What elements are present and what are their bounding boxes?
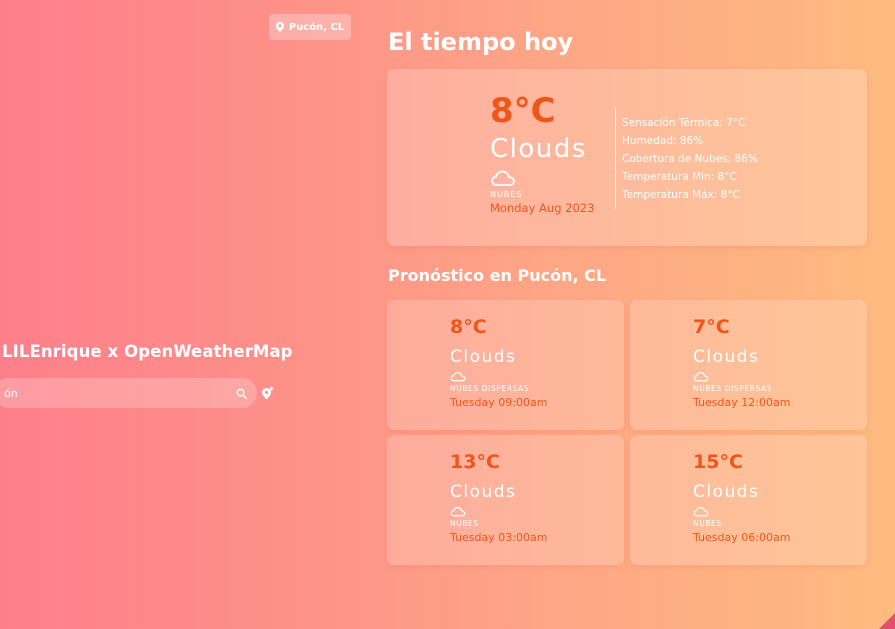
- forecast-condition: Clouds: [693, 482, 760, 502]
- search-icon[interactable]: [236, 388, 247, 399]
- forecast-description: NUBES DISPERSAS: [450, 384, 530, 393]
- forecast-condition: Clouds: [693, 347, 760, 367]
- today-details: Sensación Térmica: 7°C Humedad: 86% Cobe…: [622, 114, 758, 204]
- forecast-card: 7°C Clouds NUBES DISPERSAS Tuesday 12:00…: [630, 300, 867, 430]
- forecast-card: 8°C Clouds NUBES DISPERSAS Tuesday 09:00…: [387, 300, 624, 430]
- today-weather-card: 8°C Clouds NUBES Monday Aug 2023 Sensaci…: [387, 69, 867, 246]
- location-chip-label: Pucón, CL: [288, 21, 345, 33]
- forecast-temperature: 15°C: [693, 451, 743, 473]
- today-description: NUBES: [490, 190, 523, 199]
- today-main: 8°C Clouds NUBES Monday Aug 2023: [490, 91, 594, 215]
- forecast-time: Tuesday 12:00am: [693, 396, 791, 409]
- forecast-time: Tuesday 06:00am: [693, 531, 791, 544]
- forecast-description: NUBES: [450, 519, 479, 528]
- cloud-cover: Cobertura de Nubes: 86%: [622, 153, 758, 165]
- search-bar: [0, 378, 257, 408]
- cloud-icon: [693, 506, 709, 517]
- forecast-condition: Clouds: [450, 482, 517, 502]
- forecast-time: Tuesday 09:00am: [450, 396, 548, 409]
- today-condition: Clouds: [490, 134, 587, 164]
- feels-like: Sensación Térmica: 7°C: [622, 117, 746, 129]
- cloud-icon: [693, 371, 709, 382]
- forecast-description: NUBES DISPERSAS: [693, 384, 773, 393]
- cloud-icon: [450, 506, 466, 517]
- today-date: Monday Aug 2023: [490, 201, 595, 215]
- forecast-card: 15°C Clouds NUBES Tuesday 06:00am: [630, 435, 867, 565]
- window-corner: [879, 613, 895, 629]
- forecast-card: 13°C Clouds NUBES Tuesday 03:00am: [387, 435, 624, 565]
- forecast-temperature: 13°C: [450, 451, 500, 473]
- temp-min: Temperatura Min: 8°C: [622, 171, 737, 183]
- humidity: Humedad: 86%: [622, 135, 704, 147]
- cloud-icon: [491, 170, 515, 186]
- temp-max: Temperatura Máx: 8°C: [622, 189, 740, 201]
- today-heading: El tiempo hoy: [388, 28, 574, 56]
- today-temperature: 8°C: [490, 91, 556, 131]
- search-input[interactable]: [4, 386, 232, 400]
- location-chip[interactable]: Pucón, CL: [269, 14, 351, 40]
- cloud-icon: [450, 371, 466, 382]
- forecast-condition: Clouds: [450, 347, 517, 367]
- location-pin-plus-icon[interactable]: [261, 386, 274, 400]
- forecast-heading: Pronóstico en Pucón, CL: [388, 266, 607, 285]
- map-pin-icon: [275, 22, 284, 32]
- forecast-description: NUBES: [693, 519, 722, 528]
- forecast-time: Tuesday 03:00am: [450, 531, 548, 544]
- forecast-temperature: 7°C: [693, 316, 730, 338]
- divider: [615, 107, 616, 209]
- forecast-temperature: 8°C: [450, 316, 487, 338]
- app-title: LILEnrique x OpenWeatherMap: [2, 342, 293, 361]
